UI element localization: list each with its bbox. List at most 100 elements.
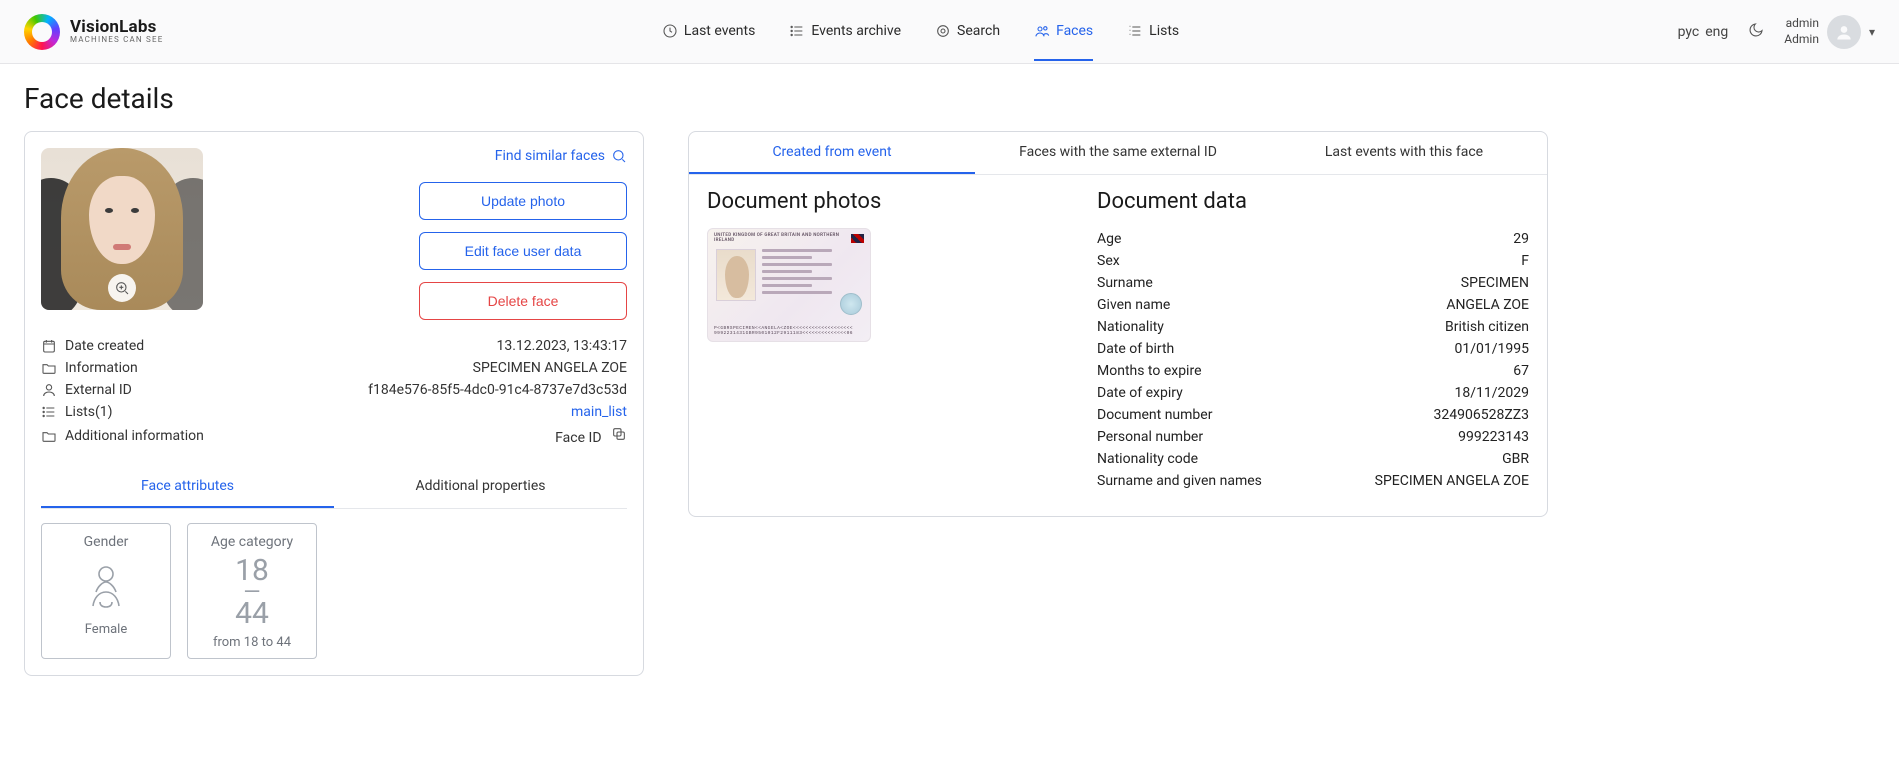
edit-face-data-button[interactable]: Edit face user data xyxy=(419,232,627,270)
doc-data-value: F xyxy=(1521,253,1529,269)
meta-lists-value[interactable]: main_list xyxy=(571,404,627,420)
edit-face-data-label: Edit face user data xyxy=(465,243,582,259)
attr-age-title: Age category xyxy=(211,534,293,550)
face-photo xyxy=(41,148,203,310)
tab-same-external-id[interactable]: Faces with the same external ID xyxy=(975,132,1261,174)
attr-age: Age category 18 — 44 from 18 to 44 xyxy=(187,523,317,659)
document-data-section: Document data Age29SexFSurnameSPECIMENGi… xyxy=(1097,189,1529,492)
doc-data-key: Date of expiry xyxy=(1097,385,1183,401)
list-icon xyxy=(789,23,805,39)
page-body: Face details Find similar faces xyxy=(0,64,1899,716)
document-photos-title: Document photos xyxy=(707,189,1077,214)
doc-data-key: Months to expire xyxy=(1097,363,1202,379)
user-names: admin Admin xyxy=(1784,16,1819,47)
passport-mrz: P<GBRSPECIMEN<<ANGELA<ZOE<<<<<<<<<<<<<<<… xyxy=(714,326,864,337)
attr-gender: Gender Female xyxy=(41,523,171,659)
subtab-additional-label: Additional properties xyxy=(416,478,546,494)
zoom-button[interactable] xyxy=(108,274,136,302)
document-photos-section: Document photos UNITED KINGDOM OF GREAT … xyxy=(707,189,1077,492)
doc-data-key: Document number xyxy=(1097,407,1212,423)
face-actions: Find similar faces Update photo Edit fac… xyxy=(219,148,627,320)
person-icon xyxy=(41,382,57,398)
meta-date-created: Date created 13.12.2023, 13:43:17 xyxy=(41,338,627,354)
tab-last-events-face[interactable]: Last events with this face xyxy=(1261,132,1547,174)
faces-icon xyxy=(1034,23,1050,39)
meta-date-created-value: 13.12.2023, 13:43:17 xyxy=(496,338,627,354)
uk-flag-icon xyxy=(851,234,864,243)
meta-lists: Lists(1) main_list xyxy=(41,404,627,420)
doc-data-key: Sex xyxy=(1097,253,1120,269)
doc-data-value: GBR xyxy=(1502,451,1529,467)
passport-top-text: UNITED KINGDOM OF GREAT BRITAIN AND NORT… xyxy=(714,233,851,243)
nav-search[interactable]: Search xyxy=(935,3,1000,61)
brand-logo-icon xyxy=(24,14,60,50)
meta-information-value: SPECIMEN ANGELA ZOE xyxy=(473,360,627,376)
clock-icon xyxy=(662,23,678,39)
main-nav: Last events Events archive Search Faces … xyxy=(662,3,1179,61)
female-icon xyxy=(84,562,128,614)
brand[interactable]: VisionLabs MACHINES CAN SEE xyxy=(24,14,163,50)
passport-hologram-icon xyxy=(840,293,862,315)
tab-last-events-label: Last events with this face xyxy=(1325,144,1483,160)
subtab-attributes-label: Face attributes xyxy=(141,478,234,494)
meta-information-label: Information xyxy=(65,360,138,376)
doc-data-value: 01/01/1995 xyxy=(1455,341,1530,357)
doc-data-key: Date of birth xyxy=(1097,341,1174,357)
meta-date-created-label: Date created xyxy=(65,338,144,354)
doc-data-key: Nationality xyxy=(1097,319,1164,335)
doc-data-value: 67 xyxy=(1513,363,1529,379)
update-photo-label: Update photo xyxy=(481,193,565,209)
doc-data-row: Surname and given namesSPECIMEN ANGELA Z… xyxy=(1097,470,1529,492)
update-photo-button[interactable]: Update photo xyxy=(419,182,627,220)
meta-external-id-label: External ID xyxy=(65,382,132,398)
lang-rus[interactable]: рус xyxy=(1678,24,1700,40)
doc-data-value: ANGELA ZOE xyxy=(1446,297,1529,313)
user-name-secondary: Admin xyxy=(1784,32,1819,48)
user-menu[interactable]: admin Admin ▾ xyxy=(1784,15,1875,49)
doc-data-row: Date of expiry18/11/2029 xyxy=(1097,382,1529,404)
document-data-title: Document data xyxy=(1097,189,1529,214)
delete-face-label: Delete face xyxy=(488,293,559,309)
nav-faces[interactable]: Faces xyxy=(1034,3,1093,61)
passport-face-photo xyxy=(716,249,756,301)
nav-lists[interactable]: Lists xyxy=(1127,3,1179,61)
lang-eng[interactable]: eng xyxy=(1705,24,1728,40)
find-similar-link[interactable]: Find similar faces xyxy=(495,148,627,164)
chevron-down-icon: ▾ xyxy=(1869,25,1875,39)
passport-thumbnail[interactable]: UNITED KINGDOM OF GREAT BRITAIN AND NORT… xyxy=(707,228,871,342)
passport-text-lines xyxy=(762,249,862,298)
doc-data-row: SurnameSPECIMEN xyxy=(1097,272,1529,294)
subtab-attributes[interactable]: Face attributes xyxy=(41,466,334,508)
doc-data-row: Personal number999223143 xyxy=(1097,426,1529,448)
nav-events-archive[interactable]: Events archive xyxy=(789,3,901,61)
face-top-row: Find similar faces Update photo Edit fac… xyxy=(41,148,627,320)
copy-icon xyxy=(611,426,627,442)
brand-title: VisionLabs xyxy=(70,18,163,37)
meta-additional-value: Face ID xyxy=(555,426,627,446)
nav-last-events-label: Last events xyxy=(684,23,755,39)
folder-icon xyxy=(41,360,57,376)
doc-data-key: Nationality code xyxy=(1097,451,1198,467)
meta-additional: Additional information Face ID xyxy=(41,426,627,446)
delete-face-button[interactable]: Delete face xyxy=(419,282,627,320)
doc-data-value: British citizen xyxy=(1445,319,1529,335)
app-header: VisionLabs MACHINES CAN SEE Last events … xyxy=(0,0,1899,64)
copy-button[interactable] xyxy=(611,430,627,446)
brand-text: VisionLabs MACHINES CAN SEE xyxy=(70,18,163,45)
columns: Find similar faces Update photo Edit fac… xyxy=(24,131,1875,676)
event-card: Created from event Faces with the same e… xyxy=(688,131,1548,517)
subtab-additional[interactable]: Additional properties xyxy=(334,466,627,508)
target-icon xyxy=(935,23,951,39)
attributes-row: Gender Female Age category 18 — xyxy=(41,509,627,659)
doc-data-row: Nationality British citizen xyxy=(1097,316,1529,338)
doc-data-row: Nationality code GBR xyxy=(1097,448,1529,470)
calendar-icon xyxy=(41,338,57,354)
user-name-primary: admin xyxy=(1784,16,1819,32)
moon-icon xyxy=(1748,22,1764,38)
attr-age-sub: from 18 to 44 xyxy=(213,635,291,650)
nav-last-events[interactable]: Last events xyxy=(662,3,755,61)
doc-data-key: Given name xyxy=(1097,297,1170,313)
tab-created-label: Created from event xyxy=(772,144,891,160)
tab-created-from-event[interactable]: Created from event xyxy=(689,132,975,174)
theme-toggle[interactable] xyxy=(1748,22,1764,42)
